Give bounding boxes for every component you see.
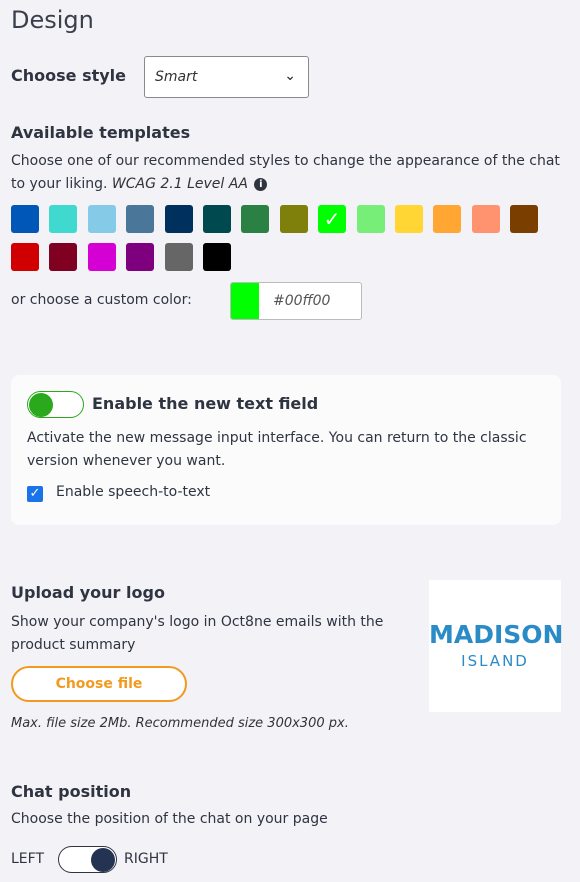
text-field-panel: Enable the new text field Activate the n… <box>11 375 561 525</box>
new-text-field-description: Activate the new message input interface… <box>27 430 527 469</box>
chat-position-description: Choose the position of the chat on your … <box>11 811 328 827</box>
color-swatch[interactable] <box>241 205 270 233</box>
speech-to-text-checkbox[interactable]: ✓ <box>27 486 43 502</box>
color-swatch[interactable] <box>471 205 500 233</box>
color-swatch[interactable] <box>11 243 39 271</box>
color-swatch[interactable] <box>126 243 155 271</box>
logo-description: Show your company's logo in Oct8ne email… <box>11 614 384 653</box>
color-swatch[interactable] <box>164 205 193 233</box>
new-text-field-toggle[interactable] <box>27 391 84 418</box>
templates-heading: Available templates <box>11 123 191 142</box>
logo-text-line1: MADISON <box>429 620 564 649</box>
color-swatch[interactable] <box>11 205 39 233</box>
color-swatch[interactable] <box>87 243 116 271</box>
color-swatch[interactable] <box>356 205 385 233</box>
templates-description: Choose one of our recommended styles to … <box>11 150 571 196</box>
chat-position-toggle[interactable] <box>58 846 117 873</box>
color-swatch[interactable] <box>510 205 539 233</box>
file-size-note: Max. file size 2Mb. Recommended size 300… <box>11 716 349 731</box>
templates-description-text: Choose one of our recommended styles to … <box>11 153 560 192</box>
color-swatch[interactable]: ✓ <box>318 205 347 233</box>
page-title: Design <box>11 6 94 34</box>
color-swatch[interactable] <box>87 205 116 233</box>
color-swatch[interactable] <box>164 243 193 271</box>
chat-position-heading: Chat position <box>11 782 132 801</box>
custom-color-input[interactable]: #00ff00 <box>230 282 362 320</box>
position-right-label: RIGHT <box>124 851 168 867</box>
custom-color-preview[interactable] <box>231 283 259 319</box>
toggle-knob <box>29 393 53 417</box>
logo-heading: Upload your logo <box>11 583 165 602</box>
logo-text-line2: ISLAND <box>461 652 529 670</box>
choose-style-label: Choose style <box>11 66 126 85</box>
toggle-knob <box>91 848 115 872</box>
position-left-label: LEFT <box>11 851 45 867</box>
color-swatch[interactable] <box>126 205 155 233</box>
custom-color-label: or choose a custom color: <box>11 292 192 308</box>
color-swatch[interactable] <box>395 205 423 233</box>
style-select-value: Smart <box>155 69 198 85</box>
chevron-down-icon: ⌄ <box>284 68 296 84</box>
wcag-level: WCAG 2.1 Level AA <box>111 176 248 192</box>
new-text-field-label: Enable the new text field <box>92 394 319 413</box>
color-swatch[interactable] <box>203 243 231 271</box>
color-swatch[interactable] <box>49 205 78 233</box>
color-swatch[interactable] <box>279 205 308 233</box>
color-swatch[interactable] <box>49 243 78 271</box>
choose-file-button[interactable]: Choose file <box>11 666 187 702</box>
check-icon: ✓ <box>323 207 341 231</box>
logo-preview: MADISON ISLAND <box>429 580 564 712</box>
color-swatch[interactable] <box>433 205 462 233</box>
custom-color-value: #00ff00 <box>273 293 331 309</box>
speech-to-text-label: Enable speech-to-text <box>56 484 211 500</box>
color-swatch[interactable] <box>203 205 231 233</box>
style-select[interactable]: Smart ⌄ <box>144 56 309 98</box>
info-circle-icon[interactable]: i <box>254 178 268 191</box>
